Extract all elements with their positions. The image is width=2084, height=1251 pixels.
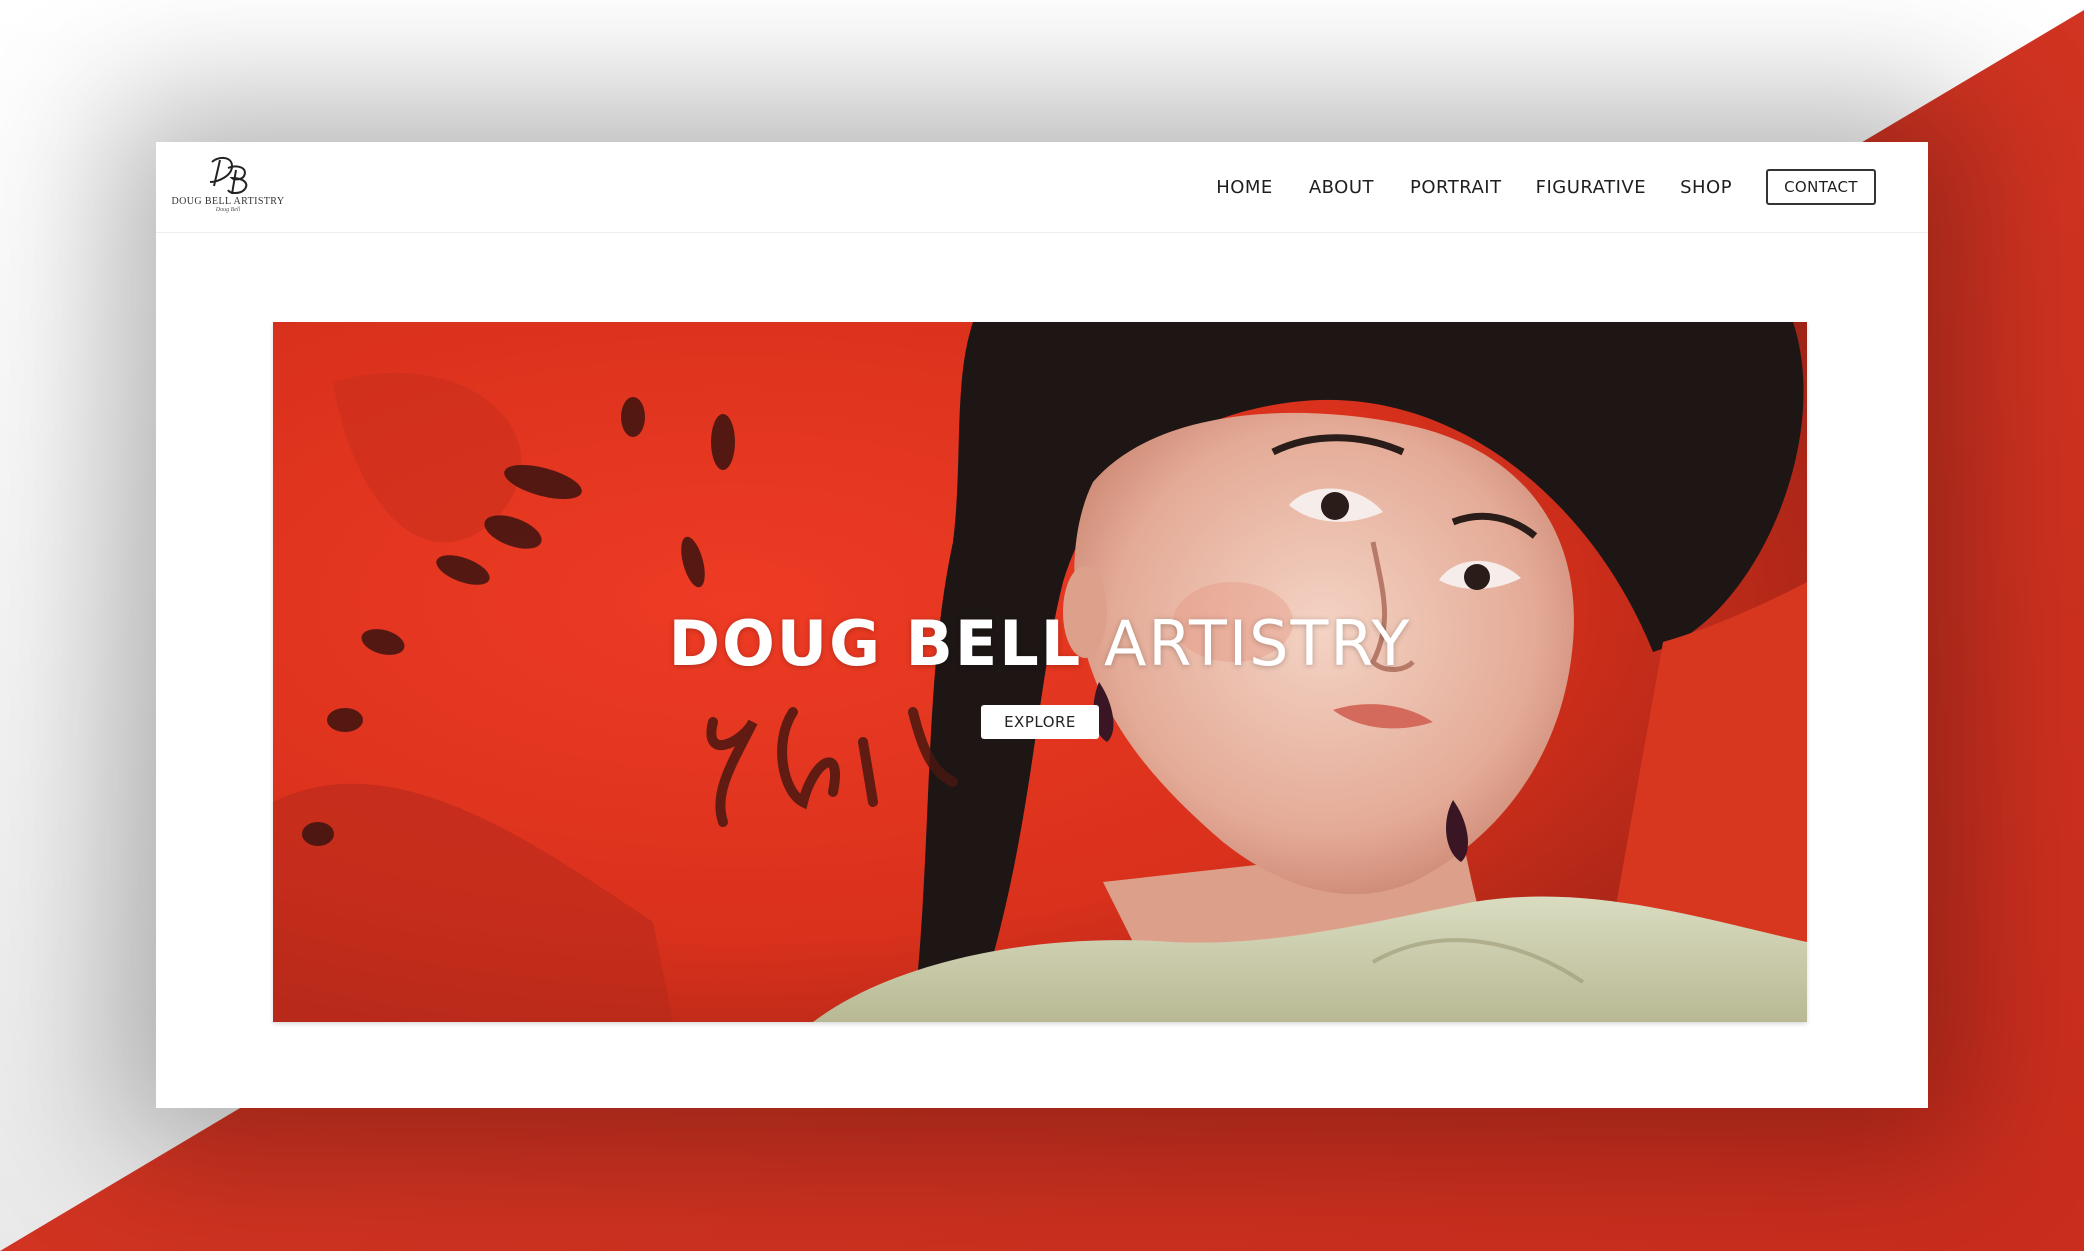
hero-banner: DOUG BELL ARTISTRY EXPLORE [273, 322, 1807, 1022]
nav-item-about[interactable]: ABOUT [1309, 177, 1374, 198]
nav-item-shop[interactable]: SHOP [1680, 177, 1732, 198]
hero-title: DOUG BELL ARTISTRY [273, 607, 1807, 680]
nav-item-figurative[interactable]: FIGURATIVE [1536, 177, 1646, 198]
website-mockup: DOUG BELL ARTISTRY Doug Bell HOME ABOUT … [156, 142, 1928, 1108]
contact-button[interactable]: CONTACT [1766, 169, 1876, 205]
site-header: DOUG BELL ARTISTRY Doug Bell HOME ABOUT … [156, 142, 1928, 233]
logo-signature: Doug Bell [215, 207, 241, 213]
explore-button[interactable]: EXPLORE [981, 705, 1099, 739]
nav-item-home[interactable]: HOME [1216, 177, 1273, 198]
main-nav: HOME ABOUT PORTRAIT FIGURATIVE SHOP CONT… [1216, 142, 1928, 232]
hero-title-light: ARTISTRY [1103, 607, 1412, 680]
monogram-logo-icon [209, 156, 248, 195]
nav-item-portrait[interactable]: PORTRAIT [1410, 177, 1502, 198]
site-logo[interactable]: DOUG BELL ARTISTRY Doug Bell [172, 152, 284, 222]
hero-title-bold: DOUG BELL [668, 607, 1083, 680]
logo-name: DOUG BELL ARTISTRY [171, 196, 285, 207]
